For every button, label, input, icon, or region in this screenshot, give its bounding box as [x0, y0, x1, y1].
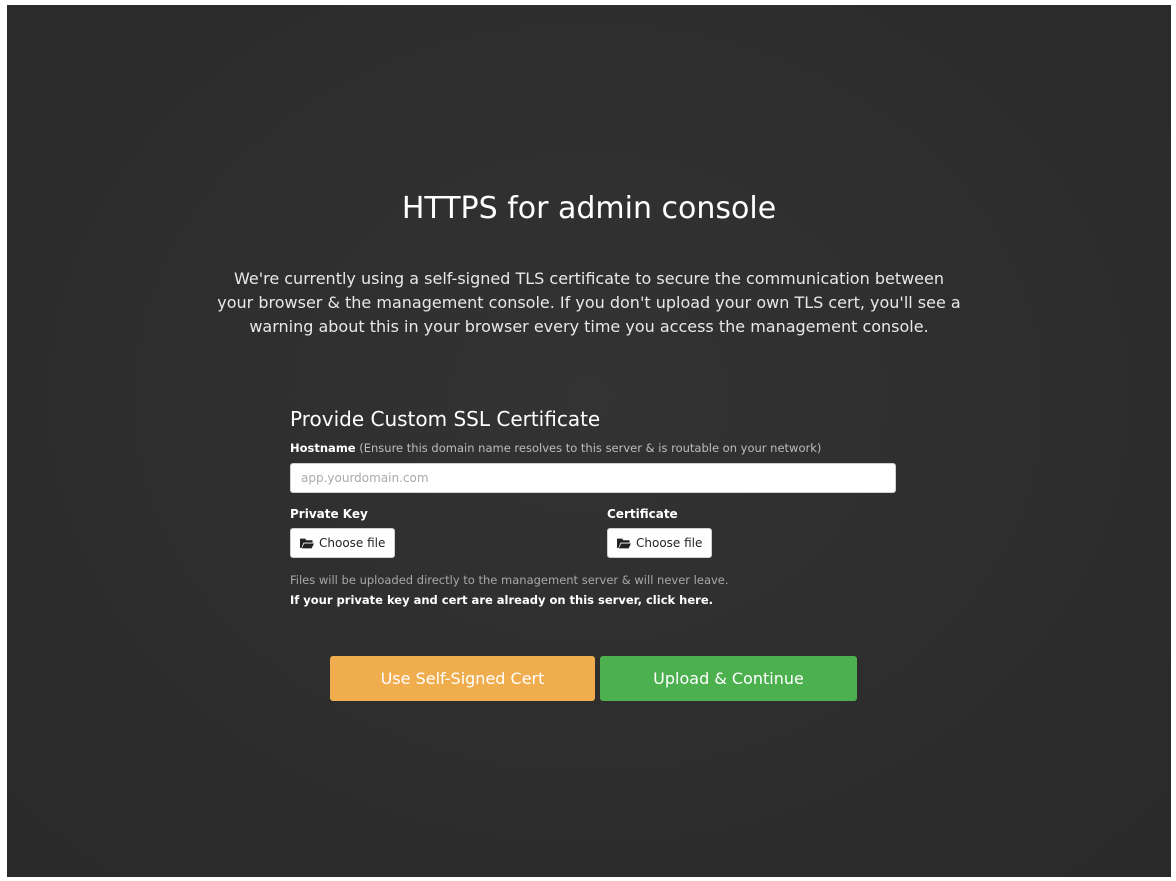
folder-open-icon	[617, 538, 631, 548]
page-description: We're currently using a self-signed TLS …	[217, 269, 961, 336]
hostname-label-row: Hostname (Ensure this domain name resolv…	[290, 441, 900, 455]
private-key-button-label: Choose file	[319, 536, 386, 550]
file-uploads-row: Private Key Choose file Certificate Choo…	[290, 507, 900, 565]
use-self-signed-cert-button[interactable]: Use Self-Signed Cert	[330, 656, 595, 701]
certificate-field: Certificate Choose file	[607, 507, 713, 558]
page-title: HTTPS for admin console	[401, 191, 777, 226]
private-key-field: Private Key Choose file	[290, 507, 396, 558]
hostname-hint: (Ensure this domain name resolves to thi…	[359, 441, 822, 455]
upload-note: Files will be uploaded directly to the m…	[290, 573, 729, 587]
app-frame: HTTPS for admin console We're currently …	[7, 5, 1171, 877]
certificate-choose-file-button[interactable]: Choose file	[607, 528, 713, 558]
private-key-label: Private Key	[290, 507, 368, 521]
form-title: Provide Custom SSL Certificate	[290, 407, 601, 431]
certificate-label: Certificate	[607, 507, 678, 521]
upload-and-continue-button[interactable]: Upload & Continue	[600, 656, 857, 701]
private-key-choose-file-button[interactable]: Choose file	[290, 528, 396, 558]
hostname-label: Hostname	[290, 441, 356, 455]
hostname-input[interactable]	[290, 463, 896, 493]
certificate-button-label: Choose file	[636, 536, 703, 550]
custom-cert-form: Provide Custom SSL Certificate Hostname …	[290, 407, 900, 609]
action-buttons: Use Self-Signed Cert Upload & Continue	[330, 656, 860, 702]
https-setup-page: HTTPS for admin console We're currently …	[7, 5, 1171, 877]
folder-open-icon	[300, 538, 314, 548]
existing-files-link[interactable]: If your private key and cert are already…	[290, 592, 713, 609]
